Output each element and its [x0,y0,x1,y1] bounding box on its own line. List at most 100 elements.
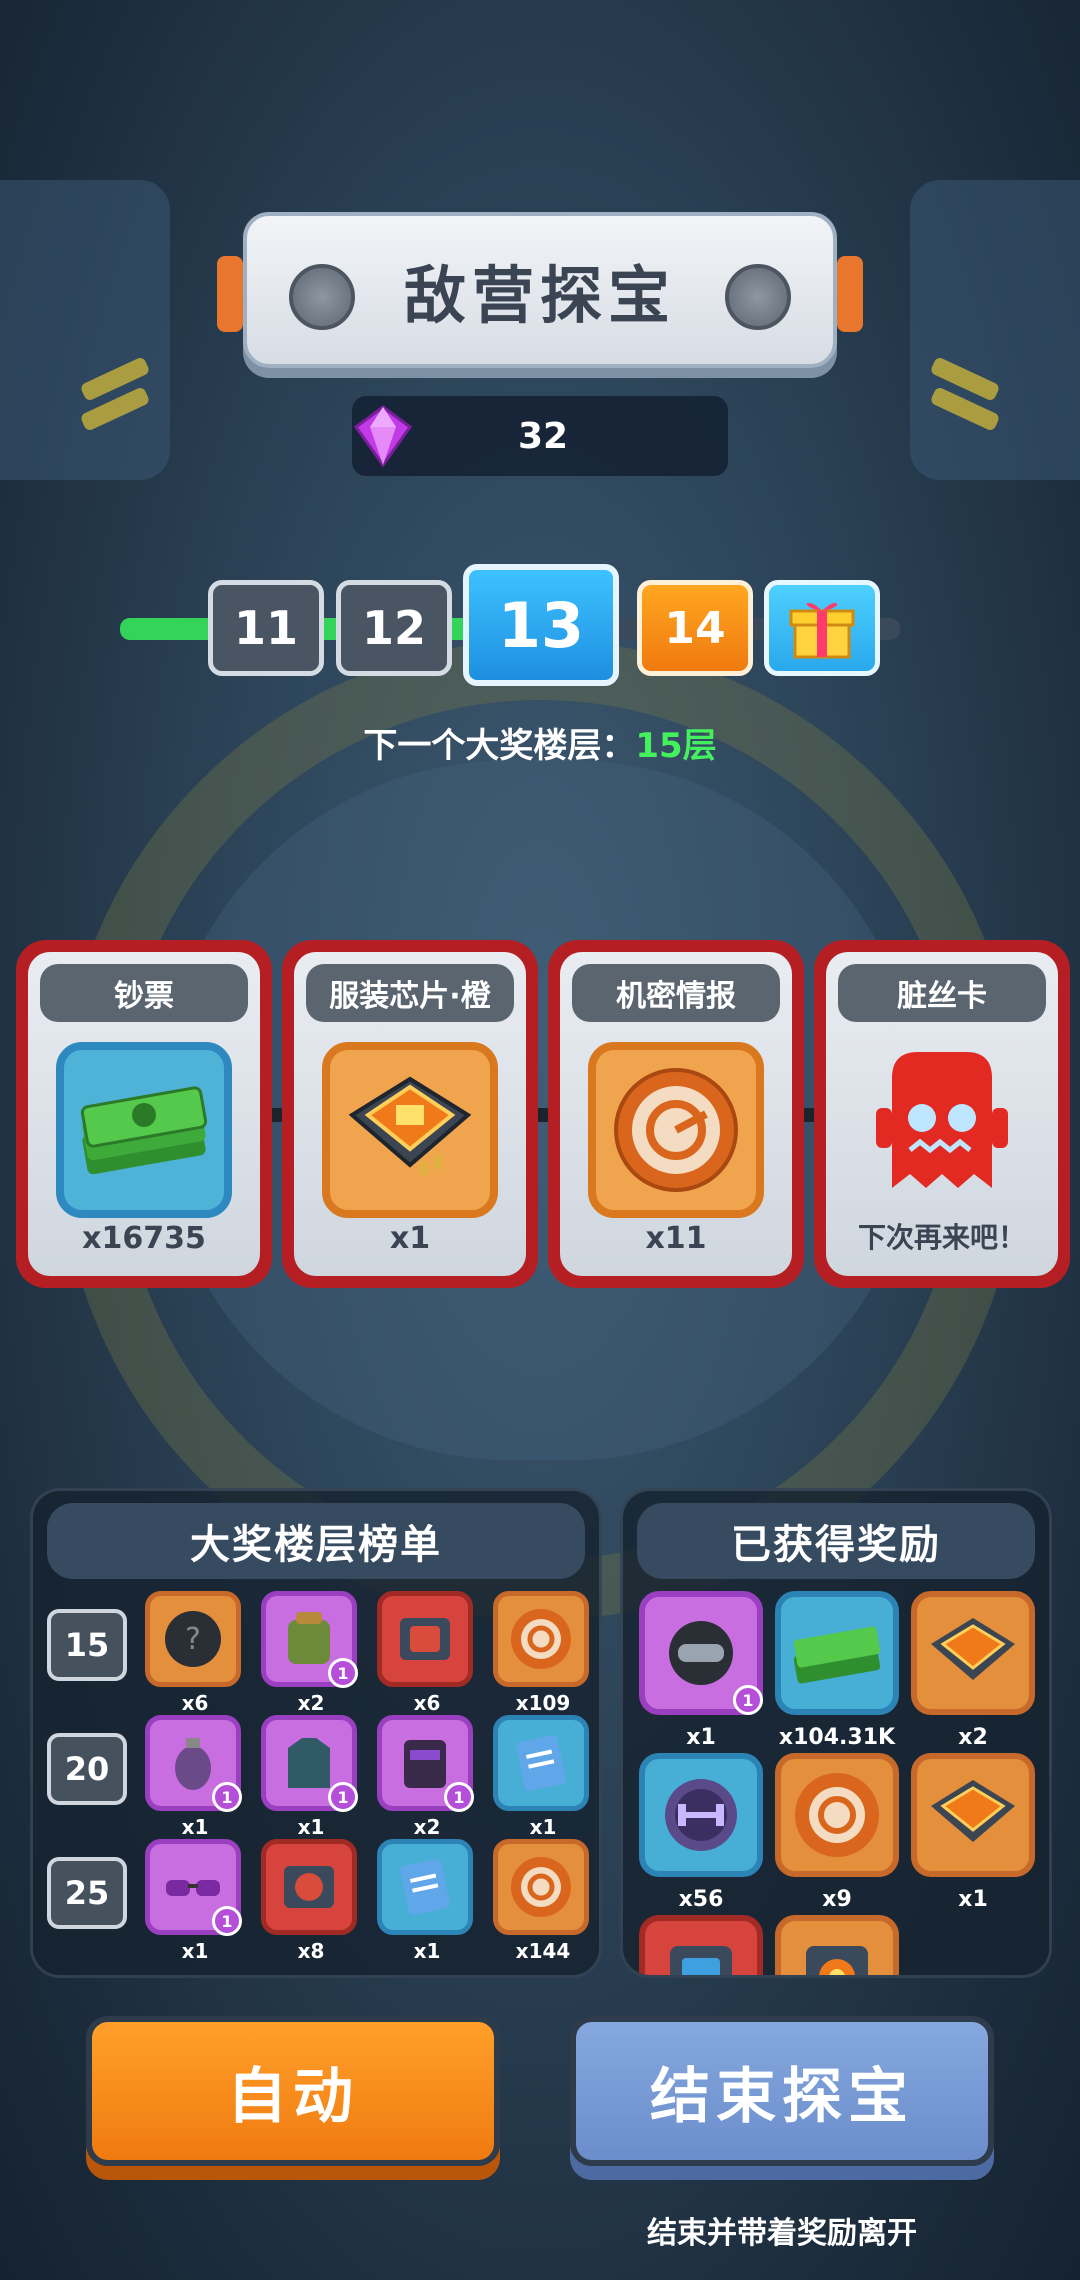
gift-icon [789,602,855,659]
item-badge: 1 [444,1782,474,1812]
jackpot-item-qty: x109 [515,1691,571,1715]
jackpot-item-qty: x1 [181,1939,209,1963]
purple-gem-icon [348,401,418,471]
intel-coin-icon [588,1042,764,1218]
jackpot-item[interactable]: 1 [377,1715,474,1812]
card-title: 机密情报 [572,964,780,1022]
item-badge: 1 [212,1906,242,1936]
plaque-tab [837,256,863,332]
chip-icon [931,1618,1015,1680]
earned-item[interactable] [911,1753,1035,1877]
jackpot-board-title: 大奖楼层榜单 [47,1503,585,1579]
earned-item-qty: x1 [958,1887,988,1912]
blue-chip-icon [670,1946,732,1975]
jackpot-floor-tag: 15 [47,1609,127,1681]
svg-text:?: ? [185,1622,201,1657]
jackpot-item-qty: x1 [413,1939,441,1963]
floor-gift[interactable] [764,580,880,676]
card-qty: x1 [389,1221,431,1256]
earned-item[interactable] [775,1591,899,1715]
cash-stack-icon [56,1042,232,1218]
jackpot-item[interactable] [261,1839,357,1935]
earned-item[interactable]: 1 [639,1591,763,1715]
intel-coin-icon [511,1857,571,1917]
title-plaque: 敌营探宝 [217,212,863,368]
card-title: 脏丝卡 [838,964,1046,1022]
floor-current: 13 [463,564,619,686]
jackpot-item[interactable] [377,1839,473,1935]
background-wall-right [910,180,1080,480]
earned-item[interactable] [639,1753,763,1877]
item-badge: 1 [733,1685,763,1715]
earned-rewards-panel[interactable]: 已获得奖励 1 x1 x104.31K x2 x56 x9 x1 [620,1488,1052,1978]
jackpot-item[interactable]: 1 [145,1715,242,1812]
earned-item[interactable] [911,1591,1035,1715]
jackpot-item-qty: x2 [413,1815,441,1839]
jackpot-item-qty: x6 [413,1691,441,1715]
item-badge: 1 [212,1782,242,1812]
earned-item[interactable] [775,1915,899,1975]
jackpot-item-qty: x8 [297,1939,325,1963]
chip-icon [322,1042,498,1218]
earned-rewards-title: 已获得奖励 [637,1503,1035,1579]
jackpot-item-qty: x6 [181,1691,209,1715]
reward-card-cash[interactable]: 钞票 x16735 [16,940,272,1288]
intel-coin-icon [795,1773,879,1857]
jackpot-item-qty: x1 [181,1815,209,1839]
earned-item-qty: x104.31K [778,1725,896,1750]
reward-card-dirty[interactable]: 脏丝卡 下次再来吧！ [814,940,1070,1288]
reward-card-intel[interactable]: 机密情报 x11 [548,940,804,1288]
card-title: 钞票 [40,964,248,1022]
bolt-icon [289,264,355,330]
end-exploration-button[interactable]: 结束探宝 [570,2016,994,2166]
jackpot-item-qty: x1 [297,1815,325,1839]
gem-count: 32 [517,415,569,457]
mystery-helmet-icon: ? [165,1611,221,1667]
auto-button[interactable]: 自动 [86,2016,500,2166]
reward-card-chip[interactable]: 服装芯片·橙 x1 [282,940,538,1288]
earned-item-qty: x9 [822,1887,852,1912]
gear-coin-icon [806,1946,868,1975]
jackpot-item[interactable]: 1 [261,1591,358,1688]
jackpot-item[interactable]: 1 [261,1715,358,1812]
document-icon [516,1734,566,1792]
jackpot-item-qty: x144 [515,1939,571,1963]
dumbbell-coin-icon [665,1779,737,1851]
item-badge: 1 [328,1782,358,1812]
earned-item-qty: x56 [678,1887,724,1912]
bolt-icon [725,264,791,330]
next-jackpot-label: 下一个大奖楼层： [363,726,636,766]
jackpot-item[interactable]: ? [145,1591,241,1687]
document-icon [400,1858,450,1916]
jackpot-floor-tag: 20 [47,1733,127,1805]
card-qty: x16735 [82,1221,206,1256]
helmet-icon [669,1621,733,1685]
end-exploration-hint: 结束并带着奖励离开 [647,2216,917,2251]
earned-item-qty: x1 [686,1725,716,1750]
background-wall-left [0,180,170,480]
floor-14: 14 [637,580,753,676]
red-ghost-icon [854,1038,1030,1214]
armor-chip-icon [400,1618,450,1660]
floor-11: 11 [208,580,324,676]
jackpot-item[interactable] [493,1591,589,1687]
helmet-chip-icon [284,1866,334,1908]
card-qty: x11 [645,1221,707,1256]
page-title: 敌营探宝 [403,259,676,332]
card-qty: 下次再来吧！ [857,1221,1026,1254]
gem-counter: 32 [352,396,728,476]
chip-icon [931,1780,1015,1842]
earned-item-qty: x2 [958,1725,988,1750]
jackpot-item[interactable] [493,1839,589,1935]
earned-item[interactable] [639,1915,763,1975]
jackpot-item[interactable] [493,1715,589,1811]
next-jackpot-floor: 下一个大奖楼层：15层 [0,718,1080,767]
jackpot-item-qty: x1 [529,1815,557,1839]
item-badge: 1 [328,1658,358,1688]
jackpot-item[interactable]: 1 [145,1839,242,1936]
floor-12: 12 [336,580,452,676]
intel-coin-icon [511,1609,571,1669]
earned-item[interactable] [775,1753,899,1877]
jackpot-item[interactable] [377,1591,473,1687]
jackpot-item-qty: x2 [297,1691,325,1715]
